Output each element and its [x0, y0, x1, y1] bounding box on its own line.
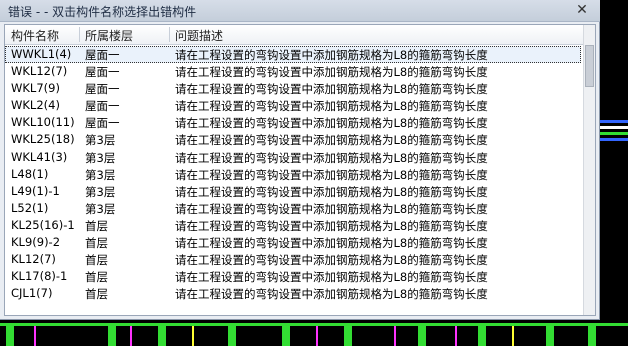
cad-column-mark: [512, 326, 514, 346]
floor-name: 首层: [85, 236, 108, 251]
floor-name: 首层: [85, 218, 108, 233]
list-rows: WWKL1(4) 屋面一 请在工程设置的弯钩设置中添加钢筋规格为L8的箍筋弯钩长度 …: [5, 46, 581, 302]
cad-column-mark: [108, 326, 116, 346]
cad-column-mark: [316, 326, 318, 346]
cad-column-mark: [6, 326, 14, 346]
cad-column-mark: [478, 326, 486, 346]
problem-description: 请在工程设置的弯钩设置中添加钢筋规格为L8的箍筋弯钩长度: [175, 65, 488, 80]
table-row[interactable]: L49(1)-1 第3层 请在工程设置的弯钩设置中添加钢筋规格为L8的箍筋弯钩长度: [5, 183, 581, 200]
problem-description: 请在工程设置的弯钩设置中添加钢筋规格为L8的箍筋弯钩长度: [175, 184, 488, 199]
member-name[interactable]: L52(1): [11, 201, 48, 215]
floor-name: 第3层: [85, 167, 116, 182]
member-name[interactable]: WKL7(9): [11, 81, 60, 95]
cad-column-mark: [158, 326, 166, 346]
error-dialog: 错误 - - 双击构件名称选择出错构件 ✕ 构件名称 所属楼层 问题描述 WWK…: [0, 0, 600, 320]
cad-column-mark: [282, 326, 290, 346]
table-row[interactable]: L48(1) 第3层 请在工程设置的弯钩设置中添加钢筋规格为L8的箍筋弯钩长度: [5, 166, 581, 183]
close-icon[interactable]: ✕: [574, 2, 590, 18]
problem-description: 请在工程设置的弯钩设置中添加钢筋规格为L8的箍筋弯钩长度: [175, 48, 488, 62]
member-name[interactable]: WKL41(3): [11, 150, 67, 164]
cad-column-mark: [192, 326, 194, 346]
table-row[interactable]: WKL12(7) 屋面一 请在工程设置的弯钩设置中添加钢筋规格为L8的箍筋弯钩长度: [5, 63, 581, 80]
floor-name: 第3层: [85, 133, 116, 148]
cad-green-line: [600, 132, 628, 135]
floor-name: 第3层: [85, 184, 116, 199]
column-divider[interactable]: [79, 27, 80, 42]
cad-column-mark: [228, 326, 236, 346]
table-row[interactable]: KL12(7) 首层 请在工程设置的弯钩设置中添加钢筋规格为L8的箍筋弯钩长度: [5, 251, 581, 268]
floor-name: 屋面一: [85, 99, 120, 114]
vertical-scrollbar[interactable]: [583, 25, 595, 315]
problem-description: 请在工程设置的弯钩设置中添加钢筋规格为L8的箍筋弯钩长度: [175, 82, 488, 97]
member-name[interactable]: CJL1(7): [11, 286, 52, 300]
member-name[interactable]: KL17(8)-1: [11, 269, 67, 283]
list-header: 构件名称 所属楼层 问题描述: [5, 25, 585, 45]
cad-column-mark: [418, 326, 426, 346]
column-header-description[interactable]: 问题描述: [175, 27, 223, 44]
table-row[interactable]: WKL2(4) 屋面一 请在工程设置的弯钩设置中添加钢筋规格为L8的箍筋弯钩长度: [5, 97, 581, 114]
column-header-name[interactable]: 构件名称: [11, 27, 59, 44]
table-row[interactable]: CJL1(7) 首层 请在工程设置的弯钩设置中添加钢筋规格为L8的箍筋弯钩长度: [5, 285, 581, 302]
problem-description: 请在工程设置的弯钩设置中添加钢筋规格为L8的箍筋弯钩长度: [175, 270, 488, 285]
table-row[interactable]: KL17(8)-1 首层 请在工程设置的弯钩设置中添加钢筋规格为L8的箍筋弯钩长度: [5, 268, 581, 285]
floor-name: 首层: [85, 287, 108, 302]
problem-description: 请在工程设置的弯钩设置中添加钢筋规格为L8的箍筋弯钩长度: [175, 236, 488, 251]
table-row[interactable]: KL25(16)-1 首层 请在工程设置的弯钩设置中添加钢筋规格为L8的箍筋弯钩长度: [5, 217, 581, 234]
column-header-floor[interactable]: 所属楼层: [85, 27, 133, 44]
floor-name: 屋面一: [85, 48, 120, 62]
member-name[interactable]: KL25(16)-1: [11, 218, 75, 232]
floor-name: 屋面一: [85, 65, 120, 80]
member-name[interactable]: WKL2(4): [11, 98, 60, 112]
floor-name: 屋面一: [85, 116, 120, 131]
table-row[interactable]: KL9(9)-2 首层 请在工程设置的弯钩设置中添加钢筋规格为L8的箍筋弯钩长度: [5, 234, 581, 251]
scrollbar-thumb[interactable]: [585, 45, 594, 87]
cad-column-mark: [344, 326, 352, 346]
floor-name: 第3层: [85, 150, 116, 165]
table-row[interactable]: WKL25(18) 第3层 请在工程设置的弯钩设置中添加钢筋规格为L8的箍筋弯钩长度: [5, 131, 581, 148]
table-row[interactable]: L52(1) 第3层 请在工程设置的弯钩设置中添加钢筋规格为L8的箍筋弯钩长度: [5, 200, 581, 217]
cad-column-mark: [588, 326, 596, 346]
cad-column-mark: [394, 326, 396, 346]
floor-name: 第3层: [85, 201, 116, 216]
table-row[interactable]: WWKL1(4) 屋面一 请在工程设置的弯钩设置中添加钢筋规格为L8的箍筋弯钩长度: [5, 46, 581, 64]
cad-blue-line: [600, 138, 628, 141]
cad-green-line: [0, 323, 628, 326]
problem-description: 请在工程设置的弯钩设置中添加钢筋规格为L8的箍筋弯钩长度: [175, 287, 488, 302]
table-row[interactable]: WKL10(11) 屋面一 请在工程设置的弯钩设置中添加钢筋规格为L8的箍筋弯钩长度: [5, 114, 581, 131]
dialog-title: 错误 - - 双击构件名称选择出错构件: [8, 5, 197, 19]
problem-description: 请在工程设置的弯钩设置中添加钢筋规格为L8的箍筋弯钩长度: [175, 201, 488, 216]
problem-description: 请在工程设置的弯钩设置中添加钢筋规格为L8的箍筋弯钩长度: [175, 218, 488, 233]
problem-description: 请在工程设置的弯钩设置中添加钢筋规格为L8的箍筋弯钩长度: [175, 150, 488, 165]
problem-description: 请在工程设置的弯钩设置中添加钢筋规格为L8的箍筋弯钩长度: [175, 133, 488, 148]
member-name[interactable]: L49(1)-1: [11, 184, 60, 198]
member-name[interactable]: L48(1): [11, 167, 48, 181]
cad-white-line: [600, 126, 628, 129]
floor-name: 屋面一: [85, 82, 120, 97]
member-name[interactable]: WKL12(7): [11, 64, 67, 78]
member-name[interactable]: WWKL1(4): [11, 47, 71, 61]
cad-blue-line: [600, 120, 628, 123]
cad-column-mark: [34, 326, 36, 346]
table-row[interactable]: WKL7(9) 屋面一 请在工程设置的弯钩设置中添加钢筋规格为L8的箍筋弯钩长度: [5, 80, 581, 97]
member-name[interactable]: WKL10(11): [11, 115, 75, 129]
problem-description: 请在工程设置的弯钩设置中添加钢筋规格为L8的箍筋弯钩长度: [175, 116, 488, 131]
member-name[interactable]: WKL25(18): [11, 132, 75, 146]
cad-column-mark: [546, 326, 554, 346]
error-list[interactable]: 构件名称 所属楼层 问题描述 WWKL1(4) 屋面一 请在工程设置的弯钩设置中添加…: [4, 24, 596, 316]
problem-description: 请在工程设置的弯钩设置中添加钢筋规格为L8的箍筋弯钩长度: [175, 99, 488, 114]
column-divider[interactable]: [169, 27, 170, 42]
table-row[interactable]: WKL41(3) 第3层 请在工程设置的弯钩设置中添加钢筋规格为L8的箍筋弯钩长度: [5, 149, 581, 166]
problem-description: 请在工程设置的弯钩设置中添加钢筋规格为L8的箍筋弯钩长度: [175, 167, 488, 182]
floor-name: 首层: [85, 253, 108, 268]
member-name[interactable]: KL12(7): [11, 252, 56, 266]
dialog-titlebar[interactable]: 错误 - - 双击构件名称选择出错构件 ✕: [0, 0, 600, 22]
cad-column-mark: [130, 326, 132, 346]
cad-column-mark: [455, 326, 457, 346]
member-name[interactable]: KL9(9)-2: [11, 235, 60, 249]
floor-name: 首层: [85, 270, 108, 285]
problem-description: 请在工程设置的弯钩设置中添加钢筋规格为L8的箍筋弯钩长度: [175, 253, 488, 268]
